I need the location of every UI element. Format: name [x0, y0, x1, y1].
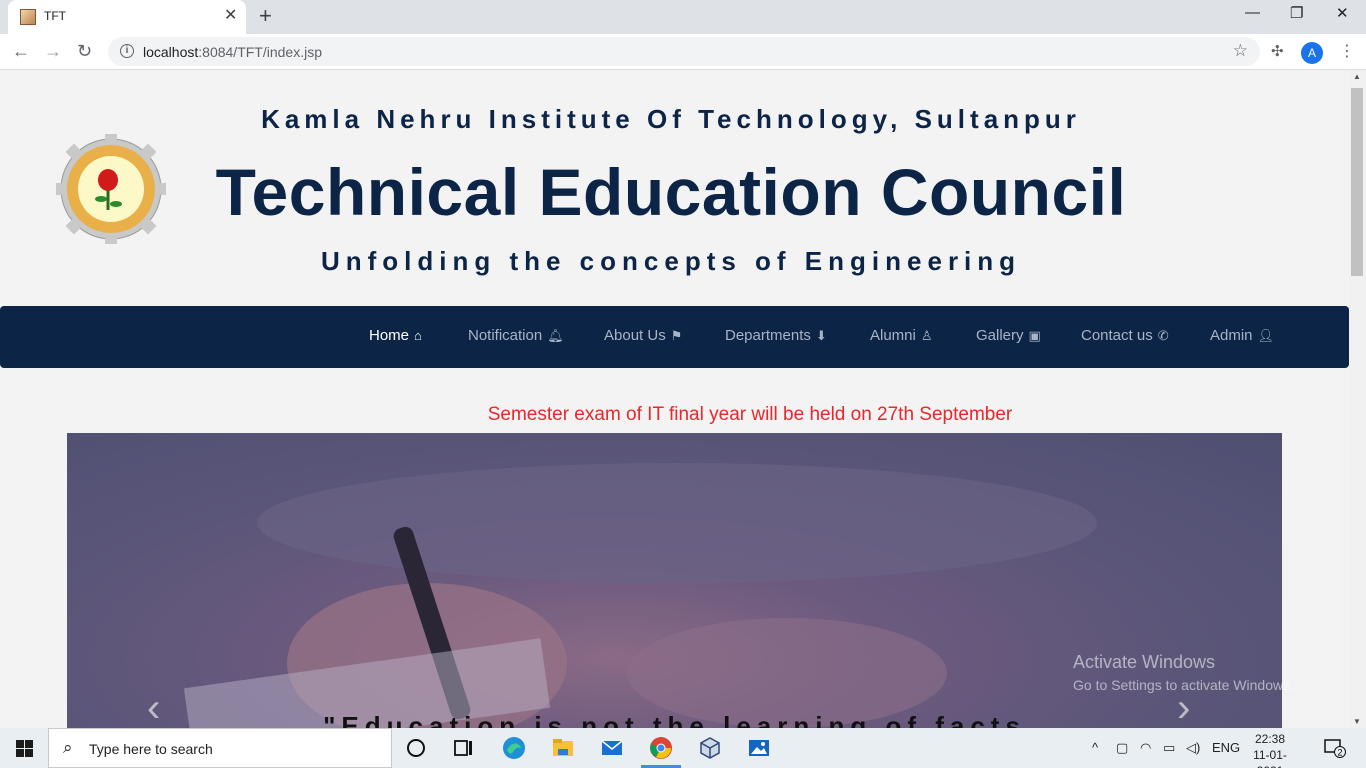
- carousel-quote: "Education is not the learning of facts: [323, 711, 1026, 728]
- mail-icon[interactable]: [600, 736, 624, 760]
- address-bar[interactable]: i localhost:8084/TFT/index.jsp ☆: [108, 37, 1260, 66]
- close-window-icon[interactable]: ✕: [1336, 4, 1349, 22]
- file-explorer-icon[interactable]: [551, 736, 575, 760]
- page-viewport: Kamla Nehru Institute Of Technology, Sul…: [0, 70, 1349, 728]
- windows-taskbar: ⌕ Type here to search ^ ▢ ◠ ▭ ◁) ENG 22:…: [0, 728, 1366, 768]
- edge-icon[interactable]: [502, 736, 526, 760]
- main-navbar: Home ⌂ Notification 🔔︎ About Us ⚑ Departmen…: [0, 306, 1349, 368]
- taskbar-clock[interactable]: 22:38 11-01-2021: [1240, 731, 1300, 768]
- scroll-down-icon[interactable]: ▼: [1353, 717, 1361, 726]
- tab-close-icon[interactable]: ✕: [224, 7, 237, 25]
- phone-icon: ✆: [1157, 328, 1169, 343]
- tab-title: TFT: [44, 9, 66, 23]
- extensions-puzzle-icon[interactable]: ✣: [1271, 42, 1284, 60]
- profile-avatar[interactable]: A: [1301, 42, 1323, 64]
- user-icon: 👤︎: [1257, 328, 1275, 343]
- search-icon: ⌕: [63, 738, 73, 757]
- page-scrollbar[interactable]: ▲ ▼: [1349, 70, 1366, 728]
- taskbar-search-box[interactable]: ⌕ Type here to search: [48, 728, 392, 768]
- url-text: localhost:8084/TFT/index.jsp: [143, 44, 322, 60]
- back-icon[interactable]: ←: [12, 40, 30, 62]
- virtualbox-icon[interactable]: [698, 736, 722, 760]
- nav-admin[interactable]: Admin 👤︎: [1210, 327, 1274, 344]
- cortana-icon[interactable]: [404, 736, 428, 760]
- picture-icon: ▣: [1028, 328, 1041, 343]
- nav-departments[interactable]: Departments ⬇: [725, 327, 827, 344]
- notice-marquee: Semester exam of IT final year will be h…: [487, 404, 1013, 425]
- chrome-icon[interactable]: [649, 736, 673, 760]
- taskbar-search-placeholder: Type here to search: [89, 741, 213, 757]
- tagline: Unfolding the concepts of Engineering: [320, 246, 1022, 276]
- browser-tab-strip: TFT ✕ + — ❐ ✕: [0, 0, 1366, 34]
- nav-contact-us[interactable]: Contact us ✆: [1081, 327, 1169, 344]
- nav-notification[interactable]: Notification 🔔︎: [468, 327, 564, 344]
- browser-menu-icon[interactable]: ⋮: [1339, 41, 1355, 61]
- photos-icon[interactable]: [747, 736, 771, 760]
- home-icon: ⌂: [414, 328, 422, 343]
- graduate-icon: ♙: [920, 328, 933, 343]
- battery-icon[interactable]: ▭: [1163, 740, 1175, 756]
- bell-icon: 🔔︎: [547, 328, 564, 343]
- wifi-icon[interactable]: ◠: [1140, 740, 1151, 756]
- action-center-icon[interactable]: 2: [1324, 738, 1346, 758]
- nav-home[interactable]: Home ⌂: [369, 327, 422, 344]
- reload-icon[interactable]: ↻: [77, 40, 92, 62]
- restore-icon[interactable]: ❐: [1290, 4, 1303, 22]
- activation-watermark-title: Activate Windows: [1073, 652, 1216, 672]
- page-title: Technical Education Council: [215, 155, 1127, 229]
- info-icon[interactable]: i: [120, 44, 134, 58]
- clock-date: 11-01-2021: [1253, 748, 1287, 768]
- institute-name: Kamla Nehru Institute Of Technology, Sul…: [261, 104, 1081, 134]
- scroll-thumb[interactable]: [1351, 88, 1363, 276]
- forward-icon[interactable]: →: [44, 40, 62, 62]
- nav-about-us[interactable]: About Us ⚑: [604, 327, 682, 344]
- windows-start-icon[interactable]: [16, 740, 33, 757]
- new-tab-icon[interactable]: +: [259, 4, 272, 28]
- language-indicator[interactable]: ENG: [1212, 740, 1240, 755]
- flag-icon: ⚑: [670, 328, 683, 343]
- nav-gallery[interactable]: Gallery ▣: [976, 327, 1041, 344]
- bookmark-star-icon[interactable]: ☆: [1233, 41, 1248, 61]
- nav-alumni[interactable]: Alumni ♙: [870, 327, 933, 344]
- minimize-icon[interactable]: —: [1245, 4, 1260, 21]
- volume-icon[interactable]: ◁): [1186, 740, 1200, 756]
- browser-tab[interactable]: TFT ✕: [8, 0, 246, 34]
- activation-watermark-text: Go to Settings to activate Windows.: [1073, 677, 1294, 693]
- tab-favicon-icon: [20, 9, 36, 25]
- meet-now-icon[interactable]: ▢: [1116, 740, 1128, 756]
- tray-expand-icon[interactable]: ^: [1092, 740, 1098, 755]
- scroll-up-icon[interactable]: ▲: [1353, 72, 1361, 81]
- arrow-circle-down-icon: ⬇: [815, 328, 827, 343]
- notification-count: 2: [1337, 748, 1342, 758]
- task-view-icon[interactable]: [452, 736, 476, 760]
- clock-time: 22:38: [1254, 732, 1286, 746]
- browser-toolbar: ← → ↻ i localhost:8084/TFT/index.jsp ☆ ✣…: [0, 34, 1366, 70]
